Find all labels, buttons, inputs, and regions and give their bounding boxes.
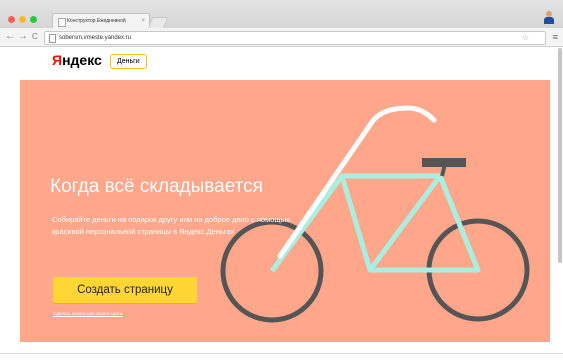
create-page-button[interactable]: Создать страницу xyxy=(53,277,197,303)
hero-description: Собирайте деньги на подарок другу или на… xyxy=(52,215,291,236)
money-service-badge[interactable]: Деньги xyxy=(110,54,147,69)
hero-banner: Когда всё складывается Собирайте деньги … xyxy=(20,80,550,342)
logo-first-letter: Я xyxy=(52,52,63,68)
minimize-window-button[interactable] xyxy=(19,16,26,23)
page-divider xyxy=(0,353,563,354)
address-bar[interactable]: sobersm.vmeste.yandex.ru ☆ xyxy=(44,31,546,45)
browser-toolbar: ← → C sobersm.vmeste.yandex.ru ☆ ≡ xyxy=(0,28,563,47)
page-scrollbar[interactable] xyxy=(558,48,562,263)
yandex-logo[interactable]: Яндекс xyxy=(52,52,102,68)
bike-seat xyxy=(422,158,466,167)
browser-tab[interactable]: Конструктор Ежедневной × xyxy=(52,13,150,29)
forward-arrow-icon[interactable]: → xyxy=(18,30,28,43)
close-window-button[interactable] xyxy=(8,16,15,23)
browser-menu-icon[interactable]: ≡ xyxy=(553,31,558,43)
page-icon xyxy=(49,34,56,43)
page-content: Яндекс Деньги Когда всё складывается Соб… xyxy=(0,47,563,360)
bookmark-star-icon[interactable]: ☆ xyxy=(522,32,529,44)
reload-icon[interactable]: C xyxy=(32,30,38,43)
site-button-link[interactable]: Сделать кнопку для своего сайта xyxy=(53,311,122,316)
maximize-window-button[interactable] xyxy=(30,16,37,23)
profile-avatar[interactable] xyxy=(543,10,555,24)
back-arrow-icon[interactable]: ← xyxy=(5,30,15,43)
browser-tab-bar: Конструктор Ежедневной × xyxy=(0,0,563,29)
url-text[interactable]: sobersm.vmeste.yandex.ru xyxy=(59,32,131,44)
hero-title: Когда всё складывается xyxy=(50,176,263,197)
avatar-body-icon xyxy=(544,17,554,24)
page-favicon-icon xyxy=(58,18,66,27)
bicycle-illustration xyxy=(220,105,530,323)
logo-rest: ндекс xyxy=(62,52,102,68)
tab-close-icon[interactable]: × xyxy=(141,14,145,29)
tab-title: Конструктор Ежедневной xyxy=(67,18,126,24)
